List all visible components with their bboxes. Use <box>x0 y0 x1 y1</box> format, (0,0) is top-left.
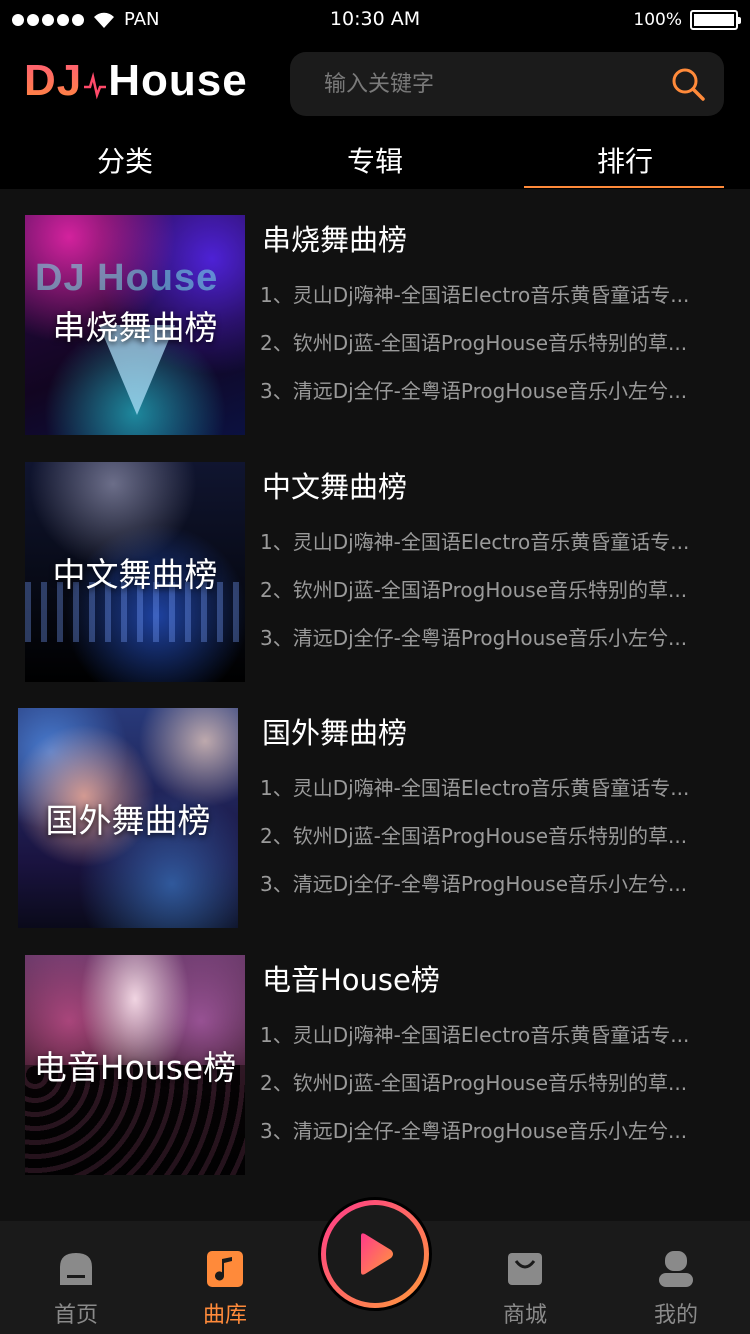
nav-home[interactable]: 首页 <box>16 1221 136 1334</box>
track-item[interactable]: 2、钦州Dj蓝-全国语ProgHouse音乐特别的草... <box>260 1067 730 1096</box>
track-item[interactable]: 2、钦州Dj蓝-全国语ProgHouse音乐特别的草... <box>260 327 730 356</box>
cover-image[interactable]: DJ House 串烧舞曲榜 <box>25 215 245 435</box>
track-item[interactable]: 3、清远Dj全仔-全粤语ProgHouse音乐小左兮... <box>260 375 730 404</box>
cover-image[interactable]: 中文舞曲榜 <box>25 462 245 682</box>
music-library-icon <box>207 1251 243 1287</box>
cover-image[interactable]: 国外舞曲榜 <box>18 708 238 928</box>
track-item[interactable]: 1、灵山Dj嗨神-全国语Electro音乐黄昏童话专... <box>260 279 730 308</box>
track-item[interactable]: 1、灵山Dj嗨神-全国语Electro音乐黄昏童话专... <box>260 772 730 801</box>
nav-profile-label: 我的 <box>653 1303 698 1328</box>
ranking-title[interactable]: 电音House榜 <box>262 957 440 999</box>
track-item[interactable]: 2、钦州Dj蓝-全国语ProgHouse音乐特别的草... <box>260 820 730 849</box>
nav-home-label: 首页 <box>53 1303 98 1328</box>
cover-title: 串烧舞曲榜 <box>52 308 218 347</box>
tab-album[interactable]: 专辑 <box>250 126 500 190</box>
cover-title: 中文舞曲榜 <box>52 555 218 594</box>
ranking-item-medley[interactable]: DJ House 串烧舞曲榜 串烧舞曲榜 1、灵山Dj嗨神-全国语Electro… <box>0 215 750 437</box>
search-input[interactable] <box>324 52 654 116</box>
status-right: 100% <box>633 10 741 30</box>
track-item[interactable]: 3、清远Dj全仔-全粤语ProgHouse音乐小左兮... <box>260 1115 730 1144</box>
battery-percent: 100% <box>633 10 682 30</box>
ranking-title[interactable]: 中文舞曲榜 <box>262 464 407 506</box>
play-ring <box>321 1200 429 1308</box>
search-bar[interactable] <box>290 52 724 116</box>
logo-house: House <box>108 56 248 105</box>
nav-library[interactable]: 曲库 <box>165 1221 285 1334</box>
ranking-item-edm-house[interactable]: 电音House榜 电音House榜 1、灵山Dj嗨神-全国语Electro音乐黄… <box>0 955 750 1177</box>
ranking-item-chinese[interactable]: 中文舞曲榜 中文舞曲榜 1、灵山Dj嗨神-全国语Electro音乐黄昏童话专..… <box>0 462 750 684</box>
user-icon <box>659 1251 693 1287</box>
track-item[interactable]: 1、灵山Dj嗨神-全国语Electro音乐黄昏童话专... <box>260 1019 730 1048</box>
logo-dj: DJ <box>24 56 83 105</box>
nav-library-label: 曲库 <box>202 1303 247 1328</box>
play-icon <box>361 1233 393 1275</box>
nav-shop-label: 商城 <box>502 1303 547 1328</box>
shopping-bag-icon <box>508 1253 542 1285</box>
nav-profile[interactable]: 我的 <box>616 1221 736 1334</box>
header: DJ House <box>0 48 750 120</box>
battery-icon <box>690 10 741 30</box>
bottom-nav: 首页 曲库 商城 我的 <box>0 1197 750 1334</box>
tab-category[interactable]: 分类 <box>0 126 250 190</box>
ranking-title[interactable]: 国外舞曲榜 <box>262 710 407 752</box>
nav-shop[interactable]: 商城 <box>465 1221 585 1334</box>
cover-title: 电音House榜 <box>33 1048 237 1087</box>
ranking-title[interactable]: 串烧舞曲榜 <box>262 217 407 259</box>
home-icon <box>60 1253 92 1285</box>
track-item[interactable]: 3、清远Dj全仔-全粤语ProgHouse音乐小左兮... <box>260 622 730 651</box>
track-item[interactable]: 1、灵山Dj嗨神-全国语Electro音乐黄昏童话专... <box>260 526 730 555</box>
cover-brand-text: DJ House <box>35 257 219 299</box>
cover-title: 国外舞曲榜 <box>45 801 211 840</box>
tab-ranking[interactable]: 排行 <box>500 126 750 190</box>
search-icon[interactable] <box>670 66 706 102</box>
cover-image[interactable]: 电音House榜 <box>25 955 245 1175</box>
app-logo[interactable]: DJ House <box>24 56 248 106</box>
status-bar: PAN 10:30 AM 100% <box>0 0 750 40</box>
pulse-icon <box>84 72 107 100</box>
track-item[interactable]: 2、钦州Dj蓝-全国语ProgHouse音乐特别的草... <box>260 574 730 603</box>
play-inner <box>326 1205 424 1303</box>
category-tabs: 分类 专辑 排行 <box>0 126 750 190</box>
ranking-item-foreign[interactable]: 国外舞曲榜 国外舞曲榜 1、灵山Dj嗨神-全国语Electro音乐黄昏童话专..… <box>0 708 750 930</box>
play-button[interactable] <box>318 1197 432 1311</box>
track-item[interactable]: 3、清远Dj全仔-全粤语ProgHouse音乐小左兮... <box>260 868 730 897</box>
ranking-list: DJ House 串烧舞曲榜 串烧舞曲榜 1、灵山Dj嗨神-全国语Electro… <box>0 189 750 1221</box>
